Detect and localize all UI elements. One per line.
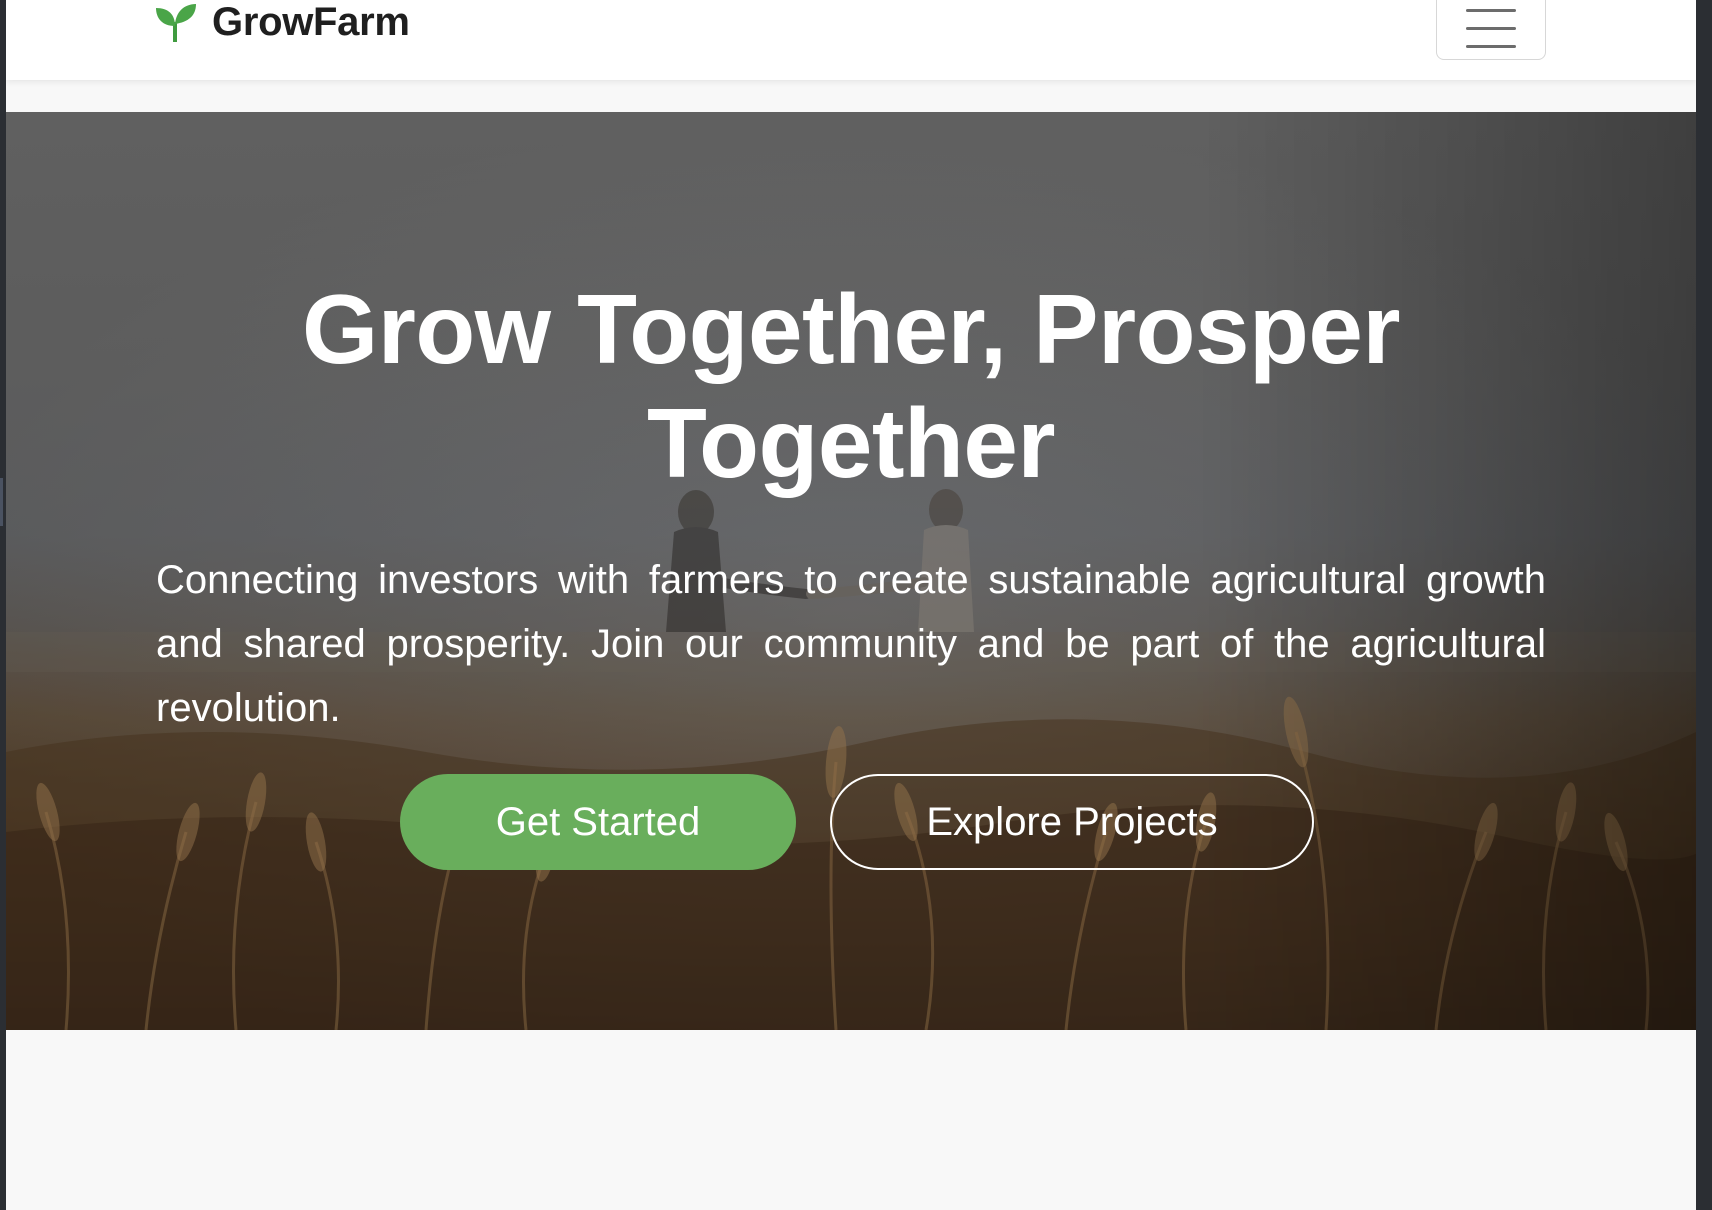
brand-name: GrowFarm	[212, 0, 410, 44]
hamburger-menu-icon-bar	[1466, 27, 1516, 30]
explore-projects-button[interactable]: Explore Projects	[830, 774, 1314, 870]
seedling-icon	[156, 4, 196, 42]
edge-marker	[0, 478, 3, 526]
navbar: GrowFarm	[6, 0, 1696, 80]
brand-link[interactable]: GrowFarm	[154, 0, 410, 44]
hamburger-menu-icon-bar	[1466, 45, 1516, 48]
window-right-edge	[1696, 0, 1712, 1210]
below-hero-section	[6, 1030, 1696, 1210]
hamburger-menu-icon	[1466, 9, 1516, 12]
page-viewport: GrowFarm Grow Together, Prosper Together…	[6, 0, 1696, 1210]
hero-subtitle: Connecting investors with farmers to cre…	[156, 558, 1546, 730]
get-started-button[interactable]: Get Started	[400, 774, 796, 870]
hero-title: Grow Together, Prosper Together	[301, 274, 1401, 498]
hero-section: Grow Together, Prosper Together Connecti…	[6, 112, 1696, 1030]
menu-toggle-button[interactable]	[1436, 0, 1546, 60]
